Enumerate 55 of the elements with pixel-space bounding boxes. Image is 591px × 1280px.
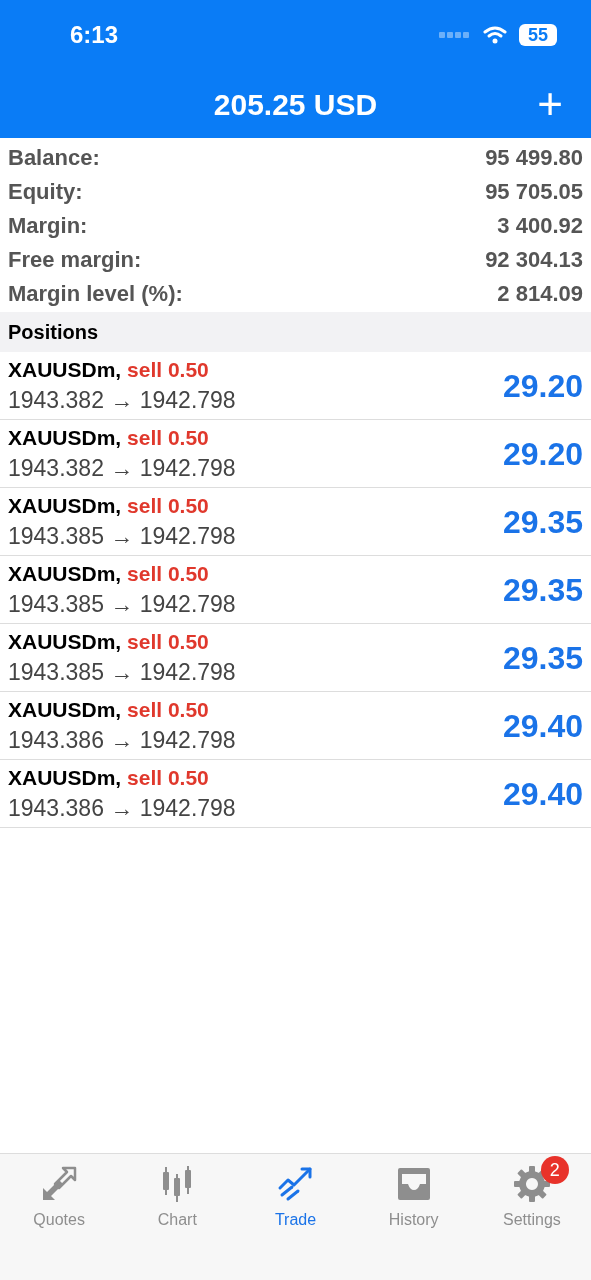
price-range: 1943.385 → 1942.798	[8, 657, 236, 687]
profit-value: 29.20	[502, 434, 583, 474]
signal-icon	[439, 32, 471, 38]
profit-value: 29.35	[502, 570, 583, 610]
position-row[interactable]: XAUUSDm, sell 0.50 1943.386 → 1942.798 29.40	[0, 760, 591, 828]
summary-value: 92 304.13	[485, 245, 583, 274]
profit-value: 29.40	[502, 774, 583, 814]
profit-value: 29.40	[502, 706, 583, 746]
position-row[interactable]: XAUUSDm, sell 0.50 1943.386 → 1942.798 29.40	[0, 692, 591, 760]
price-range: 1943.382 → 1942.798	[8, 385, 236, 415]
wifi-icon	[483, 26, 507, 44]
side-label: sell 0.50	[127, 561, 209, 585]
position-row[interactable]: XAUUSDm, sell 0.50 1943.385 → 1942.798 29.35	[0, 624, 591, 692]
summary-label: Equity:	[8, 177, 83, 206]
summary-label: Margin:	[8, 211, 88, 240]
symbol-label: XAUUSDm,	[8, 629, 122, 653]
summary-value: 2 814.09	[497, 279, 583, 308]
position-row[interactable]: XAUUSDm, sell 0.50 1943.385 → 1942.798 29.35	[0, 556, 591, 624]
symbol-label: XAUUSDm,	[8, 561, 122, 585]
position-row[interactable]: XAUUSDm, sell 0.50 1943.382 → 1942.798 29.20	[0, 352, 591, 420]
position-row[interactable]: XAUUSDm, sell 0.50 1943.385 → 1942.798 29.35	[0, 488, 591, 556]
status-time: 6:13	[70, 20, 119, 50]
add-button[interactable]: +	[533, 82, 567, 126]
tab-item[interactable]: Settings 2	[472, 1156, 591, 1232]
profit-value: 29.35	[502, 502, 583, 542]
price-range: 1943.385 → 1942.798	[8, 589, 236, 619]
tab-item[interactable]: Trade	[236, 1156, 355, 1232]
side-label: sell 0.50	[127, 765, 209, 789]
summary-value: 95 499.80	[485, 143, 583, 172]
position-row[interactable]: XAUUSDm, sell 0.50 1943.382 → 1942.798 29.20	[0, 420, 591, 488]
side-label: sell 0.50	[127, 697, 209, 721]
side-label: sell 0.50	[127, 357, 209, 381]
summary-label: Free margin:	[8, 245, 142, 274]
header-title: 205.25 USD	[213, 86, 378, 123]
summary-value: 95 705.05	[485, 177, 583, 206]
price-range: 1943.385 → 1942.798	[8, 521, 236, 551]
symbol-label: XAUUSDm,	[8, 493, 122, 517]
summary-label: Margin level (%):	[8, 279, 183, 308]
symbol-label: XAUUSDm,	[8, 697, 122, 721]
symbol-label: XAUUSDm,	[8, 357, 122, 381]
symbol-label: XAUUSDm,	[8, 425, 122, 449]
price-range: 1943.386 → 1942.798	[8, 725, 236, 755]
section-header: Positions	[0, 312, 591, 352]
summary-label: Balance:	[8, 143, 100, 172]
symbol-label: XAUUSDm,	[8, 765, 122, 789]
price-range: 1943.386 → 1942.798	[8, 793, 236, 823]
side-label: sell 0.50	[127, 629, 209, 653]
notification-badge: 2	[540, 1156, 569, 1184]
price-range: 1943.382 → 1942.798	[8, 453, 236, 483]
profit-value: 29.35	[502, 638, 583, 678]
summary-value: 3 400.92	[497, 211, 583, 240]
side-label: sell 0.50	[127, 493, 209, 517]
side-label: sell 0.50	[127, 425, 209, 449]
profit-value: 29.20	[502, 366, 583, 406]
battery-indicator: 55	[519, 24, 557, 46]
